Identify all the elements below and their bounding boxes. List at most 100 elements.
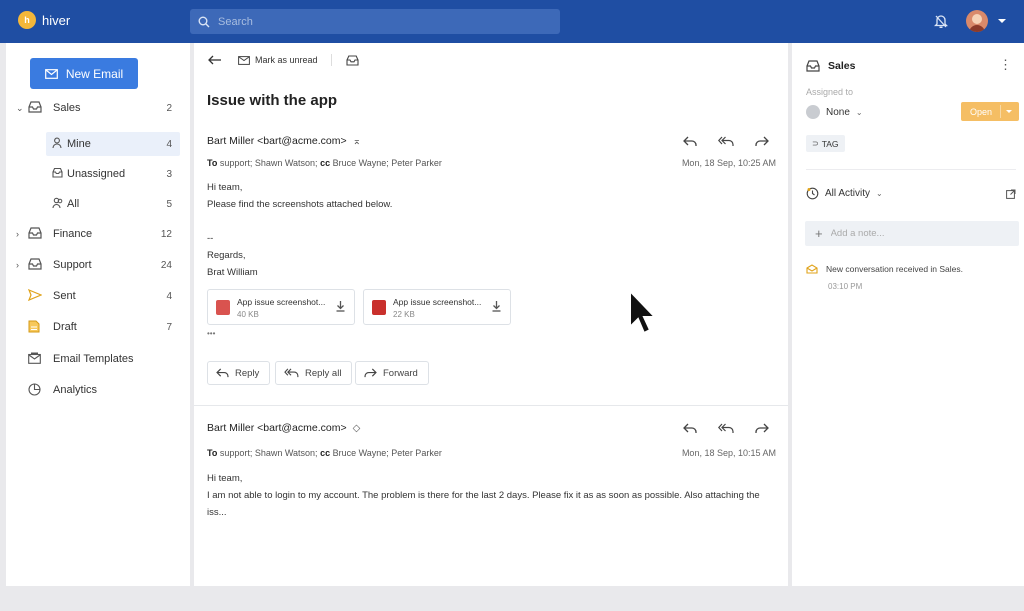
sidebar-item-label: All [67, 198, 80, 210]
add-note-field[interactable]: + [805, 221, 1019, 246]
cc-label: cc [320, 158, 331, 168]
more-options-icon[interactable]: ⋮ [999, 58, 1012, 71]
chevron-right-icon[interactable]: › [16, 229, 19, 239]
chevron-down-icon: ⌄ [876, 189, 883, 198]
tag-label: TAG [821, 138, 839, 149]
sidebar-item-unassigned[interactable]: Unassigned 3 [6, 162, 190, 186]
message-actions [676, 130, 776, 152]
activity-event-time: 03:10 PM [828, 282, 863, 291]
to-recipients: support; Shawn Watson; [219, 158, 318, 168]
download-icon[interactable] [336, 301, 345, 312]
account-menu-caret-icon[interactable] [998, 19, 1006, 23]
forward-icon[interactable] [748, 130, 776, 152]
back-arrow-icon[interactable] [208, 55, 222, 65]
to-label: To [207, 158, 218, 168]
reply-icon[interactable] [676, 130, 704, 152]
sidebar-item-count: 12 [160, 228, 172, 240]
search-bar[interactable] [190, 9, 560, 34]
sidebar-item-label: Sent [53, 290, 76, 302]
new-email-label: New Email [65, 66, 124, 81]
reply-all-button[interactable]: Reply all [275, 361, 353, 385]
image-file-icon [372, 300, 386, 315]
chevron-down-icon[interactable]: ⌄ [16, 103, 24, 114]
sidebar-item-label: Draft [53, 321, 77, 333]
reply-all-icon[interactable] [712, 130, 740, 152]
status-dropdown[interactable]: Open [961, 102, 1019, 121]
sidebar-item-email-templates[interactable]: Email Templates [6, 347, 190, 371]
forward-icon[interactable] [748, 417, 776, 439]
panel-divider [806, 169, 1016, 170]
envelope-icon [806, 264, 818, 274]
email-subject: Issue with the app [207, 92, 338, 109]
message-body-line: iss... [207, 507, 227, 518]
notification-bell-icon[interactable] [933, 13, 949, 34]
attachment[interactable]: App issue screenshot... 40 KB [207, 289, 355, 325]
sidebar-item-label: Analytics [53, 384, 98, 396]
reply-icon[interactable] [676, 417, 704, 439]
attachment-name: App issue screenshot... [237, 297, 326, 307]
reply-button[interactable]: Reply [207, 361, 271, 385]
reply-all-icon[interactable] [712, 417, 740, 439]
sidebar-item-analytics[interactable]: Analytics [6, 378, 190, 402]
activity-filter-dropdown[interactable]: All Activity ⌄ [806, 187, 883, 200]
mouse-cursor-icon [629, 289, 658, 335]
sidebar-item-label: Email Templates [53, 353, 134, 365]
collapse-icon[interactable]: ⌅ [353, 136, 361, 147]
sidebar-item-all[interactable]: All 5 [6, 192, 190, 216]
send-icon [28, 289, 42, 301]
sidebar-item-sent[interactable]: Sent 4 [6, 284, 190, 308]
mail-icon [44, 68, 58, 79]
status-separator [1000, 105, 1001, 118]
sidebar-item-count: 4 [166, 138, 172, 150]
logo-text: hiver [42, 12, 71, 28]
history-icon [806, 187, 819, 200]
template-icon [28, 352, 41, 364]
mark-as-unread-button[interactable]: Mark as unread [255, 55, 318, 65]
hiver-logo[interactable]: h hiver [18, 11, 70, 29]
search-input[interactable] [218, 15, 538, 28]
reply-label: Reply [235, 367, 260, 379]
sidebar-item-support[interactable]: › Support 24 [6, 253, 190, 277]
to-label: To [207, 448, 218, 458]
tag-icon: ⊃ [812, 139, 819, 148]
top-bar: h hiver [0, 0, 1024, 43]
attachment-name: App issue screenshot... [393, 297, 482, 307]
pdf-file-icon [216, 300, 230, 315]
message-date: Mon, 18 Sep, 10:25 AM [681, 158, 776, 168]
message-body-line: Please find the screenshots attached bel… [207, 199, 393, 210]
note-input[interactable] [830, 228, 1001, 239]
mark-unread-icon [238, 55, 250, 65]
sender-name: Bart Miller <bart@acme.com> [207, 135, 347, 147]
status-label: Open [970, 106, 993, 117]
new-email-button[interactable]: New Email [30, 58, 138, 89]
attachment[interactable]: App issue screenshot... 22 KB [363, 289, 511, 325]
chevron-right-icon[interactable]: › [16, 260, 19, 270]
sidebar-item-draft[interactable]: Draft 7 [6, 315, 190, 339]
sidebar-item-finance[interactable]: › Finance 12 [6, 222, 190, 246]
message-body-line: Hi team, [207, 473, 243, 484]
move-to-inbox-icon[interactable] [345, 54, 359, 66]
message-date: Mon, 18 Sep, 10:15 AM [681, 448, 776, 458]
open-external-icon[interactable] [1006, 189, 1016, 199]
forward-button[interactable]: Forward [355, 361, 429, 385]
sidebar-item-count: 7 [166, 321, 172, 333]
email-toolbar: Mark as unread [208, 54, 359, 66]
reply-icon [216, 368, 229, 378]
forward-label: Forward [383, 367, 418, 379]
user-avatar[interactable] [966, 10, 988, 32]
sidebar-item-sales[interactable]: ⌄ Sales 2 [6, 96, 190, 120]
assignee-dropdown[interactable]: None ⌄ [806, 105, 863, 119]
inbox-icon [28, 258, 42, 270]
activity-event-text: New conversation received in Sales. [826, 264, 964, 274]
sidebar-item-mine[interactable]: Mine 4 [46, 132, 180, 156]
download-icon[interactable] [492, 301, 501, 312]
chevron-down-icon [1006, 110, 1012, 113]
search-icon [198, 16, 210, 27]
message-sender[interactable]: Bart Miller <bart@acme.com> ⌅ [207, 135, 361, 147]
message-sender[interactable]: Bart Miller <bart@acme.com> ◇ [207, 422, 360, 434]
sidebar-item-count: 3 [166, 168, 172, 180]
unassigned-icon [52, 167, 63, 178]
expand-icon[interactable]: ◇ [353, 423, 361, 434]
add-tag-button[interactable]: ⊃ TAG [806, 135, 845, 152]
show-trimmed-content[interactable]: ••• [207, 329, 215, 338]
